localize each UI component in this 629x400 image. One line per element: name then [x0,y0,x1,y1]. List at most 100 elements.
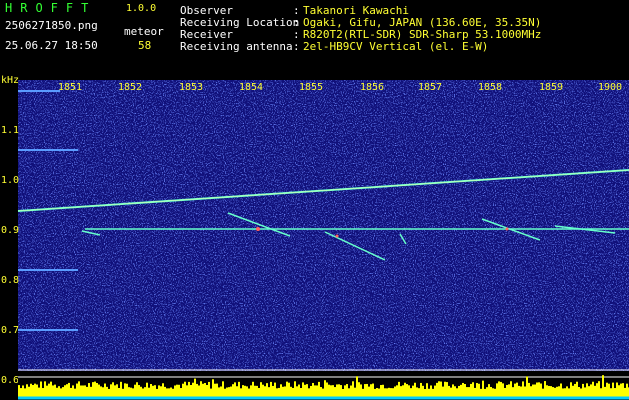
power-bar [156,388,158,397]
power-bar [552,387,554,397]
power-bar [204,382,206,397]
power-bar [494,388,496,397]
power-bar [318,381,320,397]
power-bar [336,384,338,397]
y-tick-label: 1.0 [1,175,19,186]
power-bar [584,387,586,397]
power-bar [618,385,620,397]
power-bar [50,381,52,397]
power-bar [160,386,162,397]
power-bar [518,385,520,397]
power-bar [80,385,82,397]
power-bar [536,382,538,397]
x-tick-label: 1858 [478,82,502,93]
power-bar [454,386,456,397]
info-separator: : [293,40,300,53]
power-bar [604,386,606,397]
power-bar [296,386,298,397]
power-bar [256,385,258,397]
power-bar [626,383,628,397]
power-bar [64,385,66,397]
power-bar [488,384,490,397]
power-bar [40,381,42,397]
power-bar [412,385,414,397]
power-bar [248,388,250,397]
power-bar [144,387,146,397]
x-tick-label: 1855 [299,82,323,93]
power-bar [326,382,328,397]
power-bar [150,384,152,397]
power-bar [276,388,278,397]
power-bar [196,383,198,397]
power-bar [418,388,420,397]
power-bar [416,387,418,397]
power-bar [340,385,342,397]
info-value: Takanori Kawachi [303,4,409,17]
power-bar [314,385,316,397]
power-bar [214,383,216,397]
power-bar [72,385,74,397]
power-bar [240,388,242,397]
power-bar [546,385,548,397]
info-value: Ogaki, Gifu, JAPAN (136.60E, 35.35N) [303,16,542,29]
file-name: 2506271850.png [5,19,98,32]
app-version: 1.0.0 [126,3,157,14]
power-bar [624,387,626,397]
y-tick-label: 0.8 [1,275,19,286]
power-bar [38,387,40,397]
power-bar [120,381,122,397]
power-bar [452,384,454,397]
power-bar [158,385,160,397]
power-bar [366,383,368,397]
power-bar [178,384,180,397]
power-bar [450,387,452,397]
power-bar [146,382,148,397]
power-bar [74,388,76,397]
power-bar [344,385,346,397]
power-bar [544,381,546,397]
power-bar [362,388,364,397]
power-bar [132,388,134,397]
power-bar [420,382,422,397]
meteor-head [256,227,260,231]
power-bar [458,385,460,397]
power-bar [360,384,362,397]
power-bar [384,388,386,397]
power-bar [60,388,62,397]
power-bar [474,387,476,397]
power-bar [252,381,254,397]
power-bar [410,388,412,397]
power-bar [270,381,272,397]
power-bar [566,386,568,397]
power-bar [166,388,168,397]
power-bar [610,388,612,397]
power-bar [294,381,296,397]
power-bar [268,387,270,397]
power-bar [598,381,600,397]
power-bar [130,387,132,397]
power-bar [540,383,542,397]
power-bar [288,382,290,397]
power-bar [368,386,370,397]
power-bar [582,383,584,397]
power-bar [578,387,580,397]
power-bar [388,387,390,397]
power-bar [118,387,120,397]
power-bar [30,383,32,397]
x-tick-label: 1856 [360,82,384,93]
power-bar [208,381,210,397]
power-bar [358,382,360,397]
power-bar [622,383,624,397]
power-bar [520,386,522,397]
x-tick-label: 1859 [539,82,563,93]
power-bar [110,384,112,397]
power-bar [298,384,300,397]
power-bar [108,388,110,397]
power-bar [42,388,44,397]
power-bar [334,387,336,397]
power-bar [466,387,468,397]
power-bar [506,384,508,397]
power-bar [260,382,262,397]
power-bar [136,382,138,397]
power-bar [102,387,104,397]
